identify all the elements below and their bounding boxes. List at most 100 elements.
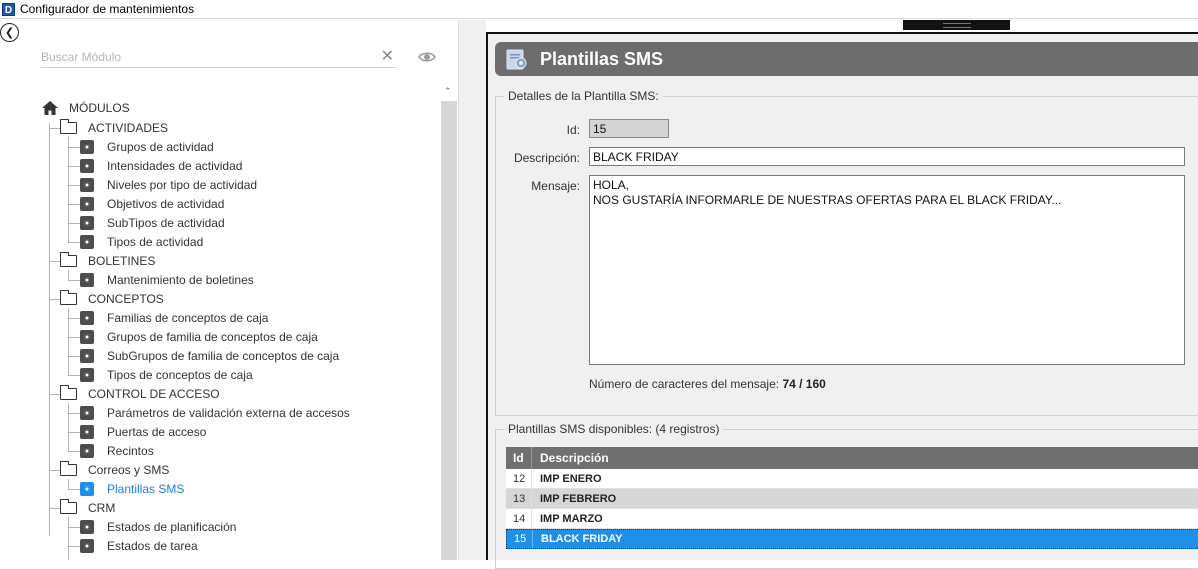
tree-folder-label: BOLETINES	[88, 253, 156, 268]
tree-scrollbar[interactable]: ⌃	[441, 86, 457, 560]
tree-item-subtipos-actividad[interactable]: SubTipos de actividad	[80, 213, 225, 232]
tree-item-tipos-conceptos[interactable]: Tipos de conceptos de caja	[80, 365, 253, 384]
tree-folder-crm[interactable]: CRM	[60, 498, 115, 517]
table-row-selected[interactable]: 15 BLACK FRIDAY	[506, 529, 1198, 549]
gear-icon	[80, 272, 94, 287]
top-drag-handle[interactable]	[903, 20, 1010, 30]
tree-item-subgrupos-familia-conceptos[interactable]: SubGrupos de familia de conceptos de caj…	[80, 346, 339, 365]
table-row[interactable]: 14 IMP MARZO	[506, 509, 1198, 529]
row-id: 15	[514, 533, 527, 545]
grid-header: Id Descripción	[506, 447, 1198, 469]
column-header-id[interactable]: Id	[506, 451, 531, 465]
tree-folder-label: CONCEPTOS	[88, 291, 164, 306]
panel-splitter[interactable]	[458, 20, 486, 560]
gear-icon	[80, 405, 94, 420]
tree-item-label: Recintos	[107, 443, 154, 458]
tree-item-recintos[interactable]: Recintos	[80, 441, 154, 460]
gear-icon	[80, 329, 94, 344]
folder-icon	[60, 251, 77, 267]
sms-template-icon	[506, 49, 527, 70]
gear-icon	[80, 196, 94, 211]
scrollbar-thumb[interactable]	[441, 101, 457, 560]
row-description: IMP FEBRERO	[531, 489, 616, 508]
tree-item-label: Puertas de acceso	[107, 424, 207, 439]
tree-item-tipos-actividad[interactable]: Tipos de actividad	[80, 232, 203, 251]
tree-root-modulos[interactable]: MÓDULOS	[42, 98, 130, 117]
folder-icon	[60, 498, 77, 514]
tree-folder-label: CONTROL DE ACCESO	[88, 386, 220, 401]
table-row[interactable]: 13 IMP FEBRERO	[506, 489, 1198, 509]
tree-item-label: Grupos de actividad	[107, 139, 214, 154]
table-row[interactable]: 12 IMP ENERO	[506, 469, 1198, 489]
row-id: 12	[513, 472, 526, 485]
message-textarea[interactable]: HOLA, NOS GUSTARÍA INFORMARLE DE NUESTRA…	[589, 175, 1185, 365]
home-icon	[42, 100, 58, 115]
tree-item-label: Estados de planificación	[107, 519, 237, 534]
row-description: BLACK FRIDAY	[532, 530, 623, 548]
char-count: Número de caracteres del mensaje: 74 / 1…	[589, 377, 826, 391]
tree-item-mantenimiento-boletines[interactable]: Mantenimiento de boletines	[80, 270, 254, 289]
row-id: 14	[513, 512, 526, 525]
tree-folder-label: ACTIVIDADES	[88, 120, 169, 135]
gear-icon	[80, 177, 94, 192]
tree-item-label: Grupos de familia de conceptos de caja	[107, 329, 318, 344]
page-title: Plantillas SMS	[540, 48, 664, 69]
gear-icon	[80, 538, 94, 553]
gear-icon	[80, 424, 94, 439]
gear-icon	[80, 215, 94, 230]
tree-item-parametros-validacion[interactable]: Parámetros de validación externa de acce…	[80, 403, 350, 422]
folder-icon	[60, 289, 77, 305]
tree-item-label: SubGrupos de familia de conceptos de caj…	[107, 348, 340, 363]
scroll-up-icon[interactable]: ⌃	[444, 86, 452, 97]
available-templates-group: Plantillas SMS disponibles: (4 registros…	[495, 422, 1198, 569]
id-field: 15	[589, 119, 669, 138]
tree-item-label: Mantenimiento de boletines	[107, 272, 254, 287]
page-header: Plantillas SMS	[495, 42, 1198, 76]
tree-item-label: Intensidades de actividad	[107, 158, 243, 173]
tree-item-puertas-acceso[interactable]: Puertas de acceso	[80, 422, 206, 441]
gear-icon	[80, 348, 94, 363]
message-label: Mensaje:	[531, 179, 580, 193]
tree-item-intensidades-actividad[interactable]: Intensidades de actividad	[80, 156, 242, 175]
tree-folder-label: Correos y SMS	[88, 462, 170, 477]
tree-item-label: Plantillas SMS	[107, 481, 185, 496]
sidebar: ❮ ✕	[0, 20, 458, 560]
tree-item-grupos-familia-conceptos[interactable]: Grupos de familia de conceptos de caja	[80, 327, 318, 346]
tree-item-label: Familias de conceptos de caja	[107, 310, 269, 325]
tree-item-plantillas-sms[interactable]: Plantillas SMS	[80, 479, 184, 498]
gear-icon	[80, 481, 94, 496]
column-header-description[interactable]: Descripción	[531, 447, 609, 469]
tree-item-label: Tipos de conceptos de caja	[107, 367, 253, 382]
id-label: Id:	[566, 123, 580, 137]
tree-item-familias-conceptos[interactable]: Familias de conceptos de caja	[80, 308, 268, 327]
gear-icon	[80, 234, 94, 249]
template-details-group: Detalles de la Plantilla SMS: Id: 15 Des…	[495, 89, 1198, 416]
tree-item-objetivos-actividad[interactable]: Objetivos de actividad	[80, 194, 224, 213]
title-bar: D Configurador de mantenimientos	[0, 0, 1198, 19]
available-legend-label: Plantillas SMS disponibles:	[508, 422, 653, 436]
tree-item-grupos-actividad[interactable]: Grupos de actividad	[80, 137, 214, 156]
tree-root-label: MÓDULOS	[69, 100, 130, 115]
folder-icon	[60, 460, 77, 476]
tree-folder-control-acceso[interactable]: CONTROL DE ACCESO	[60, 384, 220, 403]
tree-item-estados-tarea[interactable]: Estados de tarea	[80, 536, 198, 555]
folder-icon	[60, 118, 77, 134]
description-field[interactable]: BLACK FRIDAY	[589, 147, 1185, 166]
tree-folder-conceptos[interactable]: CONCEPTOS	[60, 289, 164, 308]
gear-icon	[80, 367, 94, 382]
module-tree: MÓDULOS ACTIVIDADES Grupos de actividad …	[0, 20, 440, 560]
folder-icon	[60, 384, 77, 400]
gear-icon	[80, 519, 94, 534]
tree-item-estados-planificacion[interactable]: Estados de planificación	[80, 517, 236, 536]
tree-folder-actividades[interactable]: ACTIVIDADES	[60, 118, 168, 137]
templates-grid: Id Descripción 12 IMP ENERO 13 IMP FEBRE…	[506, 447, 1198, 549]
tree-folder-boletines[interactable]: BOLETINES	[60, 251, 155, 270]
char-count-label: Número de caracteres del mensaje:	[589, 377, 780, 391]
app-icon: D	[2, 2, 15, 16]
gear-icon	[80, 310, 94, 325]
char-count-value: 74 / 160	[782, 377, 826, 391]
tree-item-niveles-tipo-actividad[interactable]: Niveles por tipo de actividad	[80, 175, 257, 194]
tree-folder-correos-sms[interactable]: Correos y SMS	[60, 460, 169, 479]
row-description: IMP MARZO	[531, 509, 603, 528]
available-legend: Plantillas SMS disponibles: (4 registros…	[504, 422, 724, 436]
